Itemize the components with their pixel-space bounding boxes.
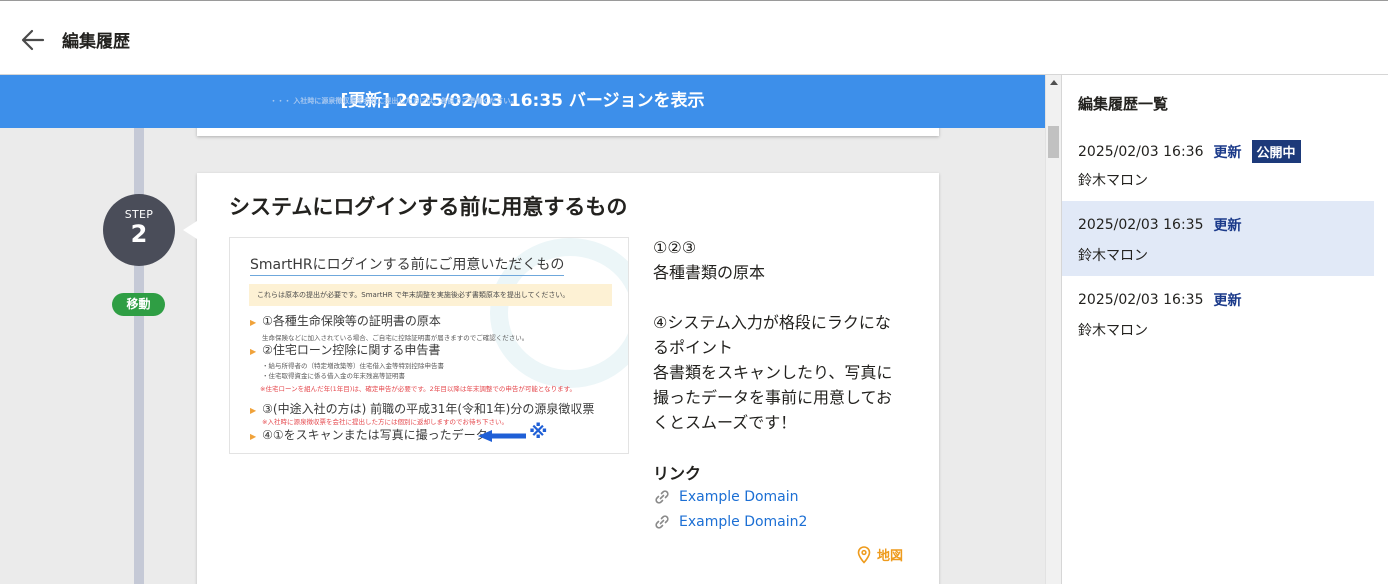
published-badge: 公開中	[1251, 140, 1301, 163]
history-datetime: 2025/02/03 16:35	[1078, 292, 1204, 308]
link-label: Example Domain2	[679, 514, 808, 530]
history-type: 更新	[1213, 293, 1242, 309]
history-author: 鈴木マロン	[1078, 248, 1148, 264]
history-title: 編集履歴一覧	[1078, 95, 1169, 113]
history-item[interactable]: 2025/02/03 16:35 更新 鈴木マロン	[1062, 276, 1374, 351]
slide-sub-warning: ※入社時に源泉徴収票を会社に提出した方には個別に返却しますのでお待ち下さい。	[262, 418, 508, 426]
history-author: 鈴木マロン	[1078, 323, 1148, 339]
slide-sub: ・給与所得者の（特定増改築等）住宅借入金等特別控除申告書	[262, 362, 444, 370]
step-description: ①②③ 各種書類の原本 ④システム入力が格段にラクにな るポイント 各書類をスキ…	[653, 235, 903, 435]
history-sidebar: 編集履歴一覧 2025/02/03 16:36 更新 公開中 鈴木マロン 202…	[1061, 75, 1388, 584]
step-indicator: STEP 2	[103, 194, 175, 266]
desc-line: 各種書類の原本	[653, 263, 766, 282]
scroll-up-arrow-icon[interactable]	[1050, 80, 1058, 85]
history-item-selected[interactable]: 2025/02/03 16:35 更新 鈴木マロン	[1062, 201, 1374, 276]
desc-line: くとスムーズです！	[653, 413, 797, 432]
map-pin-icon	[857, 545, 871, 564]
desc-line: ④システム入力が格段にラクにな	[653, 313, 891, 332]
history-datetime: 2025/02/03 16:35	[1078, 217, 1204, 233]
slide-image: SmartHRにログインする前にご用意いただくもの これらは原本の提出が必要です…	[229, 237, 629, 454]
arrow-left-icon	[478, 430, 526, 442]
move-button[interactable]: 移動	[112, 293, 165, 316]
view-version-banner[interactable]: ・・・ 入社時に源泉徴収票を会社に提出した方には、各自でご準備ください。 [更新…	[0, 75, 1045, 128]
desc-line: 撮ったデータを事前に用意してお	[653, 388, 893, 407]
slide-kome-mark: ※	[529, 421, 548, 443]
desc-line: 各書類をスキャンしたり、写真に	[653, 363, 893, 382]
map-link[interactable]: 地図	[857, 545, 903, 564]
history-datetime: 2025/02/03 16:36	[1078, 143, 1204, 160]
step-title: システムにログインする前に用意するもの	[229, 195, 628, 219]
map-label: 地図	[877, 549, 904, 564]
main-scrollbar[interactable]	[1045, 75, 1061, 584]
link-example-domain2[interactable]: Example Domain2	[653, 513, 807, 531]
slide-sub-warning: ※住宅ローンを組んだ年(1年目)は、確定申告が必要です。2年目以降は年末調整での…	[260, 385, 576, 393]
step-card: システムにログインする前に用意するもの SmartHRにログインする前にご用意い…	[183, 173, 939, 584]
slide-note: これらは原本の提出が必要です。SmartHR で年末調整を実施後必ず書類原本を提…	[249, 284, 612, 306]
history-item[interactable]: 2025/02/03 16:36 更新 公開中 鈴木マロン	[1062, 126, 1374, 201]
history-author: 鈴木マロン	[1078, 173, 1148, 189]
back-button[interactable]	[18, 25, 48, 55]
top-header: 編集履歴	[0, 0, 1388, 75]
desc-line: ①②③	[653, 238, 697, 257]
slide-item: ▶ ④①をスキャンまたは写真に撮ったデータ	[250, 428, 488, 442]
links-heading: リンク	[653, 464, 702, 483]
slide-item: ▶ ③(中途入社の方は) 前職の平成31年(令和1年)分の源泉徴収票	[250, 402, 595, 416]
step-label: STEP	[124, 208, 154, 221]
banner-faint-text: ・・・ 入社時に源泉徴収票を会社に提出した方には、各自でご準備ください。	[270, 97, 518, 105]
scroll-thumb[interactable]	[1048, 126, 1059, 158]
history-type: 更新	[1213, 218, 1242, 234]
slide-item: ▶ ②住宅ローン控除に関する申告書	[250, 343, 441, 357]
slide-item: ▶ ①各種生命保険等の証明書の原本	[250, 314, 441, 328]
link-icon	[655, 490, 669, 504]
link-label: Example Domain	[679, 489, 799, 505]
desc-line	[653, 285, 903, 310]
link-example-domain[interactable]: Example Domain	[653, 488, 799, 506]
desc-line: るポイント	[653, 338, 734, 357]
step-number: 2	[130, 220, 148, 248]
slide-sub: ・住宅取得資金に係る借入金の年末残高等証明書	[262, 372, 405, 380]
link-icon	[655, 515, 669, 529]
page-title: 編集履歴	[62, 32, 130, 52]
history-type: 更新	[1213, 144, 1242, 161]
arrow-left-icon	[21, 29, 45, 51]
slide-title: SmartHRにログインする前にご用意いただくもの	[250, 254, 565, 276]
main-content: ・・・ 入社時に源泉徴収票を会社に提出した方には、各自でご準備ください。 [更新…	[0, 75, 1045, 584]
